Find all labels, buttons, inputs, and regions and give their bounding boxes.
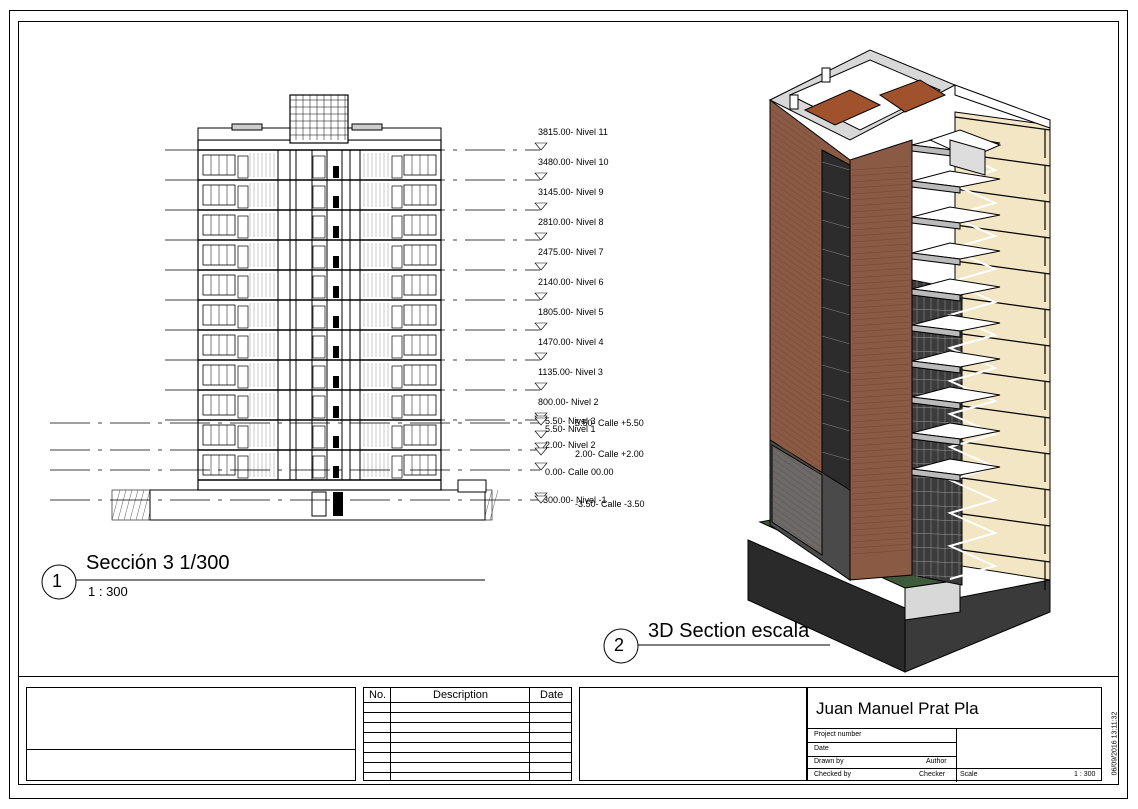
drawn-by-label: Drawn by <box>814 758 844 765</box>
revision-row <box>364 752 571 753</box>
owner-name: Juan Manuel Prat Pla <box>816 699 979 718</box>
view-2-number: 2 <box>614 635 625 655</box>
level-label-text: 5.50- Nivel 1 <box>545 424 596 434</box>
stair-tower <box>289 94 349 144</box>
level-label: 3815.00- Nivel 11 <box>534 127 608 151</box>
drawing-area: 3815.00- Nivel 11 3480.00- Nivel 10 3145.0… <box>41 49 1051 673</box>
level-label: 2475.00- Nivel 7 <box>534 247 604 271</box>
client-box <box>26 687 356 781</box>
view-1-number: 1 <box>52 571 63 591</box>
3d-section-view <box>747 49 1051 673</box>
revision-header-date: Date <box>540 689 564 701</box>
revision-row <box>364 732 571 733</box>
level-labels: 3815.00- Nivel 11 3480.00- Nivel 10 3145.0… <box>534 127 645 509</box>
level-label: 3145.00- Nivel 9 <box>534 187 604 211</box>
level-label: 0.00- Calle 00.00 <box>534 462 614 477</box>
date-label: Date <box>814 745 829 752</box>
revision-row <box>364 772 571 773</box>
section-drawing <box>50 94 540 521</box>
scale-label: Scale <box>960 771 978 778</box>
revision-row <box>364 722 571 723</box>
level-label: 1135.00- Nivel 3 <box>534 367 603 391</box>
title-block-divider <box>18 676 1119 677</box>
revision-row <box>364 742 571 743</box>
view-1-scale: 1 : 300 <box>88 584 128 599</box>
level-label: 2140.00- Nivel 6 <box>534 277 604 301</box>
level-label-text: 3815.00- Nivel 11 <box>538 127 608 137</box>
level-label: 2810.00- Nivel 8 <box>534 217 604 241</box>
level-label-text: 2140.00- Nivel 6 <box>538 277 604 287</box>
revision-header-no: No. <box>369 689 387 701</box>
scale-value: 1 : 300 <box>1074 771 1096 778</box>
level-label-text: 2475.00- Nivel 7 <box>538 247 604 257</box>
level-label-text: -3.50- Calle -3.50 <box>575 499 645 509</box>
revision-header-description: Description <box>433 689 489 701</box>
level-label: 1805.00- Nivel 5 <box>534 307 604 331</box>
revision-row <box>364 712 571 713</box>
drawn-by-value: Author <box>926 758 947 765</box>
level-label-text: 1805.00- Nivel 5 <box>538 307 604 317</box>
level-label-text: 3145.00- Nivel 9 <box>538 187 604 197</box>
level-label-text: 3480.00- Nivel 10 <box>538 157 609 167</box>
project-info-box: Juan Manuel Prat Pla Project number Date… <box>807 687 1102 782</box>
consultant-box <box>579 687 807 781</box>
level-label: 3480.00- Nivel 10 <box>534 157 609 181</box>
project-number-label: Project number <box>814 731 862 738</box>
print-timestamp: 06/09/2016 13:11:32 <box>1111 711 1119 776</box>
level-label-text: 0.00- Calle 00.00 <box>545 467 614 477</box>
level-label-text: 800.00- Nivel 2 <box>538 397 599 407</box>
level-label-text: 2.00- Calle +2.00 <box>575 449 644 459</box>
level-label: 5.50- Nivel 1 <box>534 424 596 439</box>
level-label-text: 1470.00- Nivel 4 <box>538 337 604 347</box>
level-label-text: 2810.00- Nivel 8 <box>538 217 604 227</box>
level-label-text: 1135.00- Nivel 3 <box>538 367 603 377</box>
view-1-title: Sección 3 1/300 <box>86 552 230 574</box>
view-2-title: 3D Section escala <box>648 620 810 642</box>
revision-row <box>364 762 571 763</box>
level-label: 1470.00- Nivel 4 <box>534 337 604 361</box>
checked-by-value: Checker <box>919 771 946 778</box>
revision-table: No. Description Date <box>363 687 572 781</box>
checked-by-label: Checked by <box>814 771 851 778</box>
